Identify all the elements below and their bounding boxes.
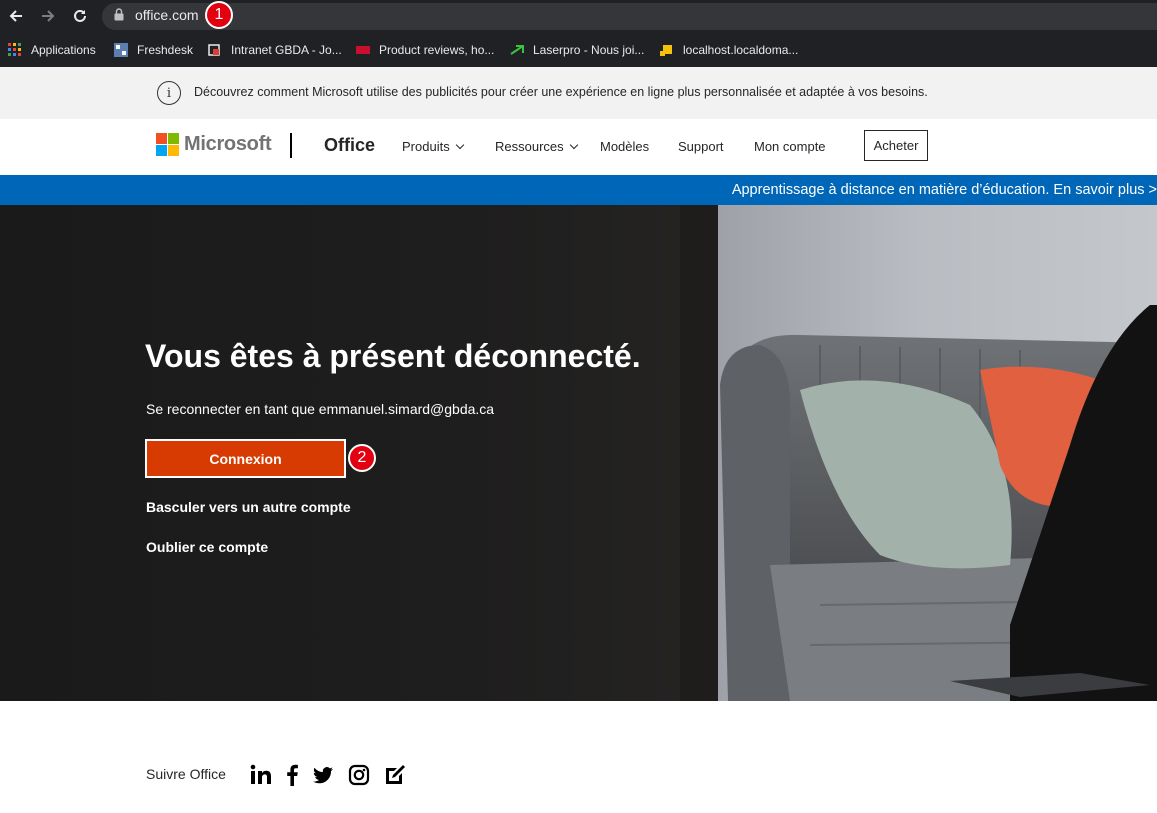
bookmark-applications[interactable]: Applications (8, 40, 96, 60)
bookmarks-bar: Applications Freshdesk Intranet GBDA - J… (0, 33, 1157, 67)
bookmark-label: Applications (31, 43, 96, 57)
nav-label: Produits (402, 139, 450, 154)
nav-modeles[interactable]: Modèles (600, 139, 649, 154)
url-text[interactable]: office.com (135, 7, 199, 23)
bookmark-localhost[interactable]: localhost.localdoma... (660, 40, 798, 60)
education-ribbon: Apprentissage à distance en matière d’éd… (0, 175, 1157, 205)
bookmark-product-reviews[interactable]: Product reviews, ho... (356, 40, 494, 60)
gbda-favicon-icon (114, 43, 128, 57)
bookmark-label: localhost.localdoma... (683, 43, 799, 57)
nav-ressources[interactable]: Ressources (495, 139, 578, 154)
reconnect-prompt: Se reconnecter en tant que emmanuel.sima… (146, 401, 495, 417)
bookmark-laserpro[interactable]: Laserpro - Nous joi... (510, 40, 644, 60)
forget-account-link[interactable]: Oublier ce compte (146, 539, 268, 555)
bookmark-freshdesk[interactable]: Freshdesk (114, 40, 193, 60)
office-product-title[interactable]: Office (324, 135, 375, 156)
bookmark-intranet-gbda[interactable]: Intranet GBDA - Jo... (208, 40, 342, 60)
ad-info-text[interactable]: Découvrez comment Microsoft utilise des … (194, 85, 928, 99)
nav-mon-compte[interactable]: Mon compte (754, 139, 826, 154)
laserpro-favicon-icon (510, 45, 524, 55)
reload-icon (74, 9, 86, 22)
apps-grid-icon (8, 43, 21, 56)
header-divider (290, 133, 292, 158)
localhost-favicon-icon (660, 45, 672, 56)
forward-button[interactable] (38, 6, 58, 26)
chevron-down-icon (569, 140, 578, 150)
info-icon[interactable]: i (157, 81, 181, 105)
ribbon-link[interactable]: Apprentissage à distance en matière d’éd… (732, 182, 1157, 198)
site-header: Microsoft Office Produits Ressources Mod… (0, 119, 1157, 175)
intranet-favicon-icon (208, 44, 220, 56)
microsoft-brand[interactable]: Microsoft (184, 133, 272, 156)
hero-couch-photo (680, 205, 1157, 701)
bookmark-label: Intranet GBDA - Jo... (231, 43, 342, 57)
lock-icon (114, 8, 124, 21)
address-bar[interactable] (102, 3, 1157, 30)
connexion-button[interactable]: Connexion (145, 439, 346, 478)
bookmark-label: Freshdesk (137, 43, 194, 57)
annotation-marker-2: 2 (348, 444, 376, 472)
back-arrow-icon (9, 10, 22, 22)
nav-label: Ressources (495, 139, 564, 154)
browser-toolbar: office.com 1 (0, 0, 1157, 33)
annotation-marker-1: 1 (205, 1, 233, 29)
facebook-icon[interactable] (281, 764, 303, 786)
nav-produits[interactable]: Produits (402, 139, 464, 154)
chevron-down-icon (455, 140, 464, 150)
linkedin-icon[interactable] (250, 764, 272, 786)
switch-account-link[interactable]: Basculer vers un autre compte (146, 499, 351, 515)
buy-button[interactable]: Acheter (864, 130, 928, 161)
bookmark-label: Laserpro - Nous joi... (533, 43, 645, 57)
back-button[interactable] (6, 6, 26, 26)
blog-icon[interactable] (384, 764, 406, 786)
follow-office-label: Suivre Office (146, 766, 226, 782)
hero-section: Vous êtes à présent déconnecté. Se recon… (0, 205, 1157, 701)
nav-support[interactable]: Support (678, 139, 724, 154)
instagram-icon[interactable] (348, 764, 370, 786)
forward-arrow-icon (42, 10, 55, 22)
ad-info-banner: i Découvrez comment Microsoft utilise de… (0, 67, 1157, 119)
twitter-icon[interactable] (312, 764, 334, 786)
page-title: Vous êtes à présent déconnecté. (145, 338, 641, 374)
microsoft-logo-icon[interactable] (156, 133, 179, 156)
cnet-favicon-icon (356, 46, 370, 54)
bookmark-label: Product reviews, ho... (379, 43, 495, 57)
reload-button[interactable] (70, 6, 90, 26)
